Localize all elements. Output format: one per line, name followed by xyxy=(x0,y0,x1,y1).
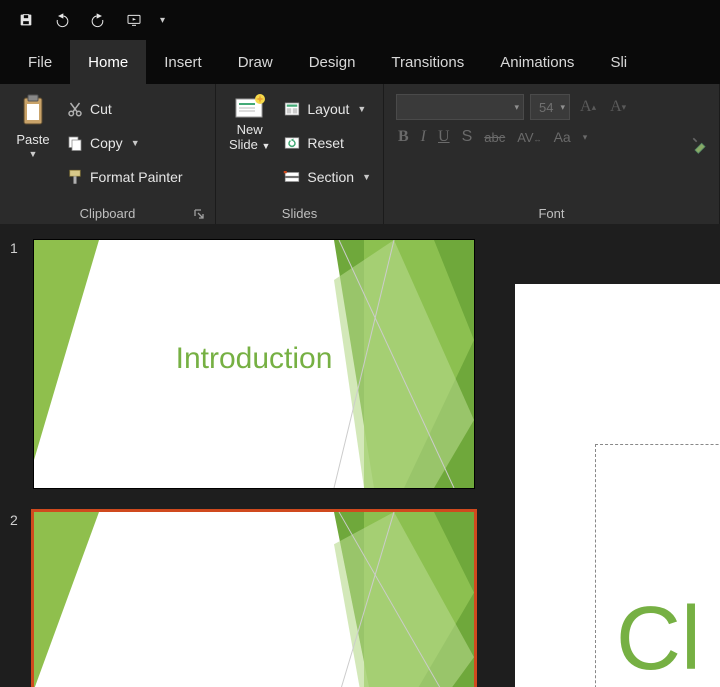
clear-formatting-icon[interactable] xyxy=(687,88,713,202)
new-slide-button[interactable]: NewSlide ▼ xyxy=(222,88,277,202)
layout-label: Layout xyxy=(307,101,349,117)
slide-facet-background xyxy=(34,512,474,687)
font-group-label: Font xyxy=(538,206,564,221)
placeholder-text: Cl xyxy=(616,588,701,687)
text-shadow-button[interactable]: S xyxy=(462,128,473,146)
group-font: ▾ 54 ▾ A▴ A▾ B I U S abc AV↔ Aa ▾ xyxy=(384,84,720,224)
change-case-button[interactable]: Aa xyxy=(554,129,571,145)
slide-thumbnail-panel: 1 Introduction 2 xyxy=(0,224,495,687)
format-painter-label: Format Painter xyxy=(90,169,183,185)
strikethrough-button[interactable]: abc xyxy=(484,130,505,145)
paste-button[interactable]: Paste ▼ xyxy=(6,88,60,202)
thumbnail-row: 2 xyxy=(10,512,485,687)
chevron-down-icon: ▾ xyxy=(560,102,565,113)
decrease-font-icon[interactable]: A▾ xyxy=(606,94,630,120)
redo-icon[interactable] xyxy=(82,4,114,36)
italic-button[interactable]: I xyxy=(421,128,426,146)
chevron-down-icon: ▾ xyxy=(514,102,519,113)
tab-home[interactable]: Home xyxy=(70,40,146,84)
tab-file[interactable]: File xyxy=(10,40,70,84)
active-slide-canvas[interactable]: Cl xyxy=(515,284,720,687)
save-icon[interactable] xyxy=(10,4,42,36)
reset-label: Reset xyxy=(307,135,344,151)
underline-button[interactable]: U xyxy=(438,128,450,146)
section-label: Section xyxy=(307,169,354,185)
group-slides: NewSlide ▼ Layout ▼ Reset Section ▼ xyxy=(216,84,384,224)
font-size-select[interactable]: 54 ▾ xyxy=(530,94,570,120)
copy-button[interactable]: Copy ▼ xyxy=(60,126,209,160)
tab-draw[interactable]: Draw xyxy=(220,40,291,84)
quick-access-toolbar: ▾ xyxy=(0,0,720,40)
font-family-select[interactable]: ▾ xyxy=(396,94,524,120)
tab-design[interactable]: Design xyxy=(291,40,374,84)
slide-number: 2 xyxy=(10,512,26,528)
chevron-down-icon: ▼ xyxy=(362,172,371,182)
undo-icon[interactable] xyxy=(46,4,78,36)
slides-group-label: Slides xyxy=(282,206,317,221)
character-spacing-button[interactable]: AV↔ xyxy=(517,130,541,145)
clipboard-dialog-launcher-icon[interactable] xyxy=(193,208,207,222)
new-slide-label-2: Slide xyxy=(229,137,258,152)
slide-editor: Cl xyxy=(495,224,720,687)
chevron-down-icon: ▼ xyxy=(29,149,38,159)
paste-label: Paste xyxy=(16,132,49,147)
tab-transitions[interactable]: Transitions xyxy=(373,40,482,84)
increase-font-icon[interactable]: A▴ xyxy=(576,94,600,120)
slide-thumbnail-2[interactable] xyxy=(34,512,474,687)
tab-animations[interactable]: Animations xyxy=(482,40,592,84)
tab-slideshow[interactable]: Sli xyxy=(592,40,645,84)
clipboard-group-label: Clipboard xyxy=(80,206,136,221)
ribbon-tabs: File Home Insert Draw Design Transitions… xyxy=(0,40,720,84)
tab-insert[interactable]: Insert xyxy=(146,40,220,84)
chevron-down-icon: ▼ xyxy=(131,138,140,148)
cut-button[interactable]: Cut xyxy=(60,92,209,126)
slide-number: 1 xyxy=(10,240,26,256)
new-slide-label-1: New xyxy=(237,122,263,137)
group-clipboard: Paste ▼ Cut Copy ▼ Format Painter xyxy=(0,84,216,224)
ribbon: Paste ▼ Cut Copy ▼ Format Painter xyxy=(0,84,720,224)
workspace: 1 Introduction 2 xyxy=(0,224,720,687)
font-size-value: 54 xyxy=(539,100,553,115)
format-painter-button[interactable]: Format Painter xyxy=(60,160,209,194)
slide-thumbnail-1[interactable]: Introduction xyxy=(34,240,474,488)
thumbnail-row: 1 Introduction xyxy=(10,240,485,488)
title-placeholder[interactable]: Cl xyxy=(595,444,720,687)
layout-button[interactable]: Layout ▼ xyxy=(277,92,377,126)
reset-button[interactable]: Reset xyxy=(277,126,377,160)
slide-title: Introduction xyxy=(176,342,333,376)
qat-customize-dropdown[interactable]: ▾ xyxy=(154,15,165,26)
chevron-down-icon: ▼ xyxy=(262,141,271,151)
chevron-down-icon: ▼ xyxy=(357,104,366,114)
copy-label: Copy xyxy=(90,135,123,151)
section-button[interactable]: Section ▼ xyxy=(277,160,377,194)
cut-label: Cut xyxy=(90,101,112,117)
bold-button[interactable]: B xyxy=(398,128,409,146)
start-from-beginning-icon[interactable] xyxy=(118,4,150,36)
